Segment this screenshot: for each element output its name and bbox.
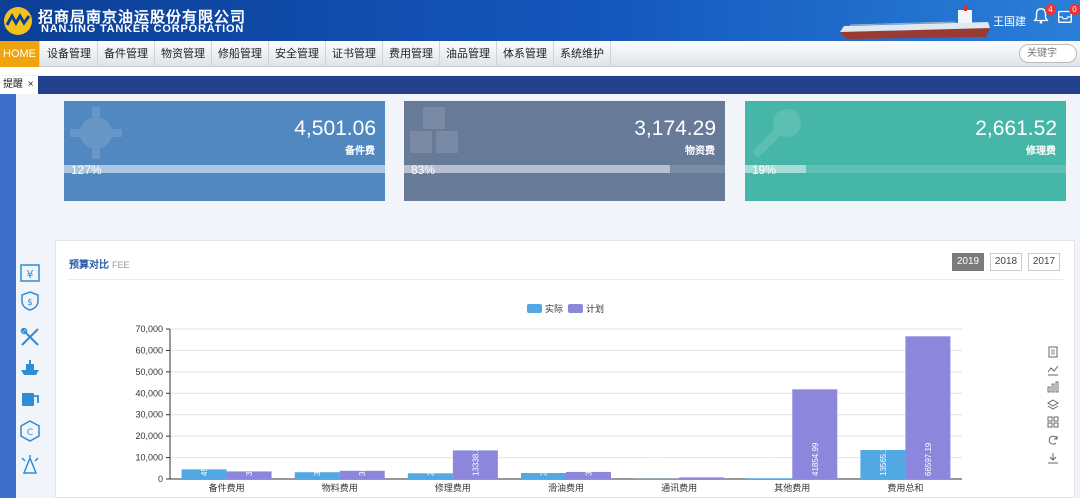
data-view-icon[interactable]	[1047, 346, 1059, 358]
progress-track	[745, 165, 1066, 173]
oil-pump-icon[interactable]	[19, 388, 41, 410]
nav-system-maint[interactable]: 系统维护	[554, 41, 611, 67]
message-count-badge: 0	[1069, 4, 1080, 15]
message-button[interactable]: 0	[1056, 4, 1080, 27]
refresh-icon[interactable]	[1047, 434, 1059, 446]
svg-text:¥: ¥	[27, 268, 34, 281]
nav-equipment[interactable]: 设备管理	[41, 41, 98, 67]
nav-materials[interactable]: 物资管理	[155, 41, 212, 67]
spare-parts-cost-card[interactable]: 4,501.06 备件费 127%	[64, 101, 385, 201]
progress-track	[64, 165, 385, 173]
certificate-hex-icon[interactable]: C	[19, 420, 41, 442]
nav-home[interactable]: HOME	[0, 41, 40, 67]
tab-reminder[interactable]: 提醒 ×	[0, 76, 38, 94]
card-value: 3,174.29	[634, 117, 716, 140]
tools-icon[interactable]	[19, 326, 41, 348]
tiled-icon[interactable]	[1047, 416, 1059, 428]
year-2018-button[interactable]: 2018	[990, 253, 1022, 271]
nav-certificates[interactable]: 证书管理	[326, 41, 383, 67]
card-percent: 83%	[411, 163, 436, 177]
card-label: 备件费	[345, 146, 375, 157]
card-label: 物资费	[685, 146, 715, 157]
card-label: 修理费	[1026, 146, 1056, 157]
tanker-ship-icon	[840, 5, 990, 39]
notification-bell-button[interactable]: 4	[1032, 4, 1056, 27]
bar-chart-switch-icon[interactable]	[1047, 381, 1059, 393]
card-value: 2,661.52	[975, 117, 1057, 140]
alert-tower-icon[interactable]	[19, 454, 41, 476]
wrench-icon	[751, 109, 801, 159]
nav-expenses[interactable]: 费用管理	[383, 41, 440, 67]
panel-subtitle: FEE	[112, 260, 130, 270]
ship-icon[interactable]	[19, 357, 41, 379]
progress-track	[404, 165, 725, 173]
tab-spacer	[0, 67, 1080, 75]
progress-fill	[404, 165, 671, 173]
year-2017-button[interactable]: 2017	[1028, 253, 1060, 271]
search-input[interactable]	[1019, 44, 1077, 63]
main-nav: HOME 设备管理 备件管理 物资管理 修船管理 安全管理 证书管理 费用管理 …	[0, 41, 1080, 67]
tab-close-button[interactable]: ×	[28, 79, 34, 90]
svg-text:$: $	[27, 298, 33, 308]
notification-count-badge: 4	[1045, 4, 1056, 15]
nav-safety[interactable]: 安全管理	[269, 41, 326, 67]
panel-divider	[68, 279, 1063, 280]
svg-text:C: C	[27, 428, 33, 438]
cost-shield-icon[interactable]: $	[19, 290, 41, 312]
tab-bar: 提醒 ×	[0, 76, 1080, 94]
company-logo-icon	[4, 7, 32, 35]
boxes-icon	[410, 107, 458, 153]
top-header: 招商局南京油运股份有限公司 NANJING TANKER CORPORATION…	[0, 0, 1080, 41]
left-sidebar	[0, 94, 16, 498]
line-chart-switch-icon[interactable]	[1047, 364, 1059, 376]
repair-cost-card[interactable]: 2,661.52 修理费 19%	[745, 101, 1066, 201]
panel-title-text: 预算对比	[69, 260, 109, 271]
panel-title: 预算对比 FEE	[69, 256, 130, 271]
company-name-en: NANJING TANKER CORPORATION	[41, 23, 245, 35]
budget-comparison-panel: 预算对比 FEE 2019 2018 2017	[55, 240, 1075, 498]
progress-fill	[64, 165, 385, 173]
year-2019-button[interactable]: 2019	[952, 253, 984, 271]
stack-icon[interactable]	[1047, 399, 1059, 411]
card-percent: 19%	[752, 163, 777, 177]
nav-system-mgmt[interactable]: 体系管理	[497, 41, 554, 67]
nav-ship-repair[interactable]: 修船管理	[212, 41, 269, 67]
tab-reminder-label: 提醒	[3, 79, 23, 90]
card-value: 4,501.06	[294, 117, 376, 140]
download-icon[interactable]	[1047, 452, 1059, 464]
nav-oil-products[interactable]: 油品管理	[440, 41, 497, 67]
card-percent: 127%	[71, 163, 102, 177]
materials-cost-card[interactable]: 3,174.29 物资费 83%	[404, 101, 725, 201]
budget-sidebar-icon[interactable]: ¥	[19, 262, 41, 284]
username[interactable]: 王国建	[993, 13, 1026, 29]
nav-spare-parts[interactable]: 备件管理	[98, 41, 155, 67]
gear-icon	[70, 107, 122, 159]
